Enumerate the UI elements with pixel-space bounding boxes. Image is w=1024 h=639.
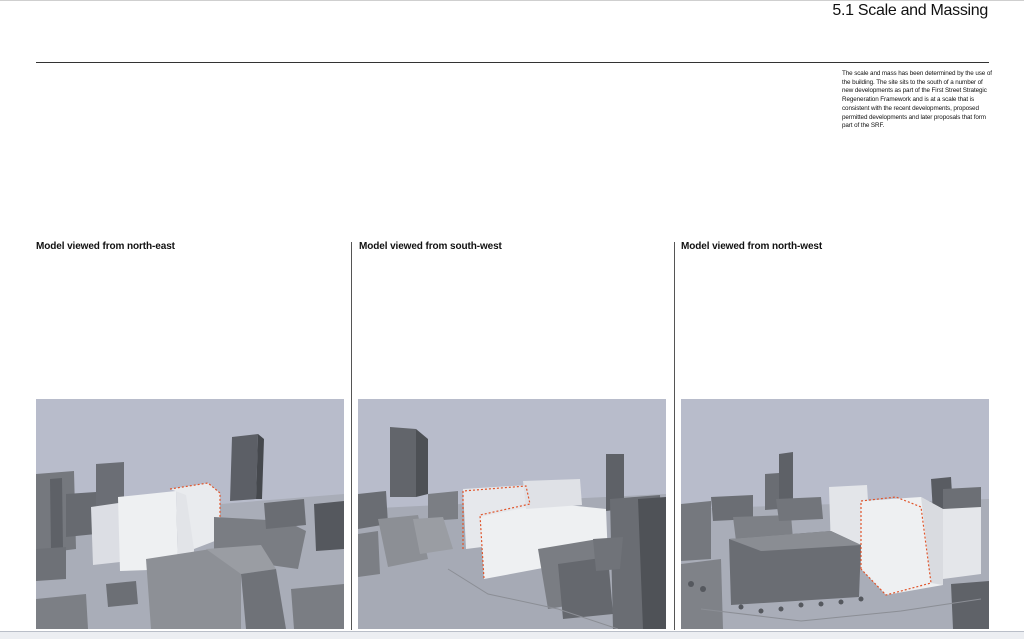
caption-south-west: Model viewed from south-west xyxy=(359,241,502,252)
page-title: 5.1 Scale and Massing xyxy=(832,2,988,19)
header-rule xyxy=(36,62,989,63)
column-divider-1 xyxy=(351,242,352,630)
model-photo-north-east xyxy=(36,399,344,629)
page-top-edge xyxy=(0,0,1024,1)
caption-north-east: Model viewed from north-east xyxy=(36,241,175,252)
caption-north-west: Model viewed from north-west xyxy=(681,241,823,252)
model-photo-north-west xyxy=(681,399,989,629)
column-divider-2 xyxy=(674,242,675,630)
intro-paragraph: The scale and mass has been determined b… xyxy=(842,70,992,130)
model-photo-south-west xyxy=(358,399,666,629)
